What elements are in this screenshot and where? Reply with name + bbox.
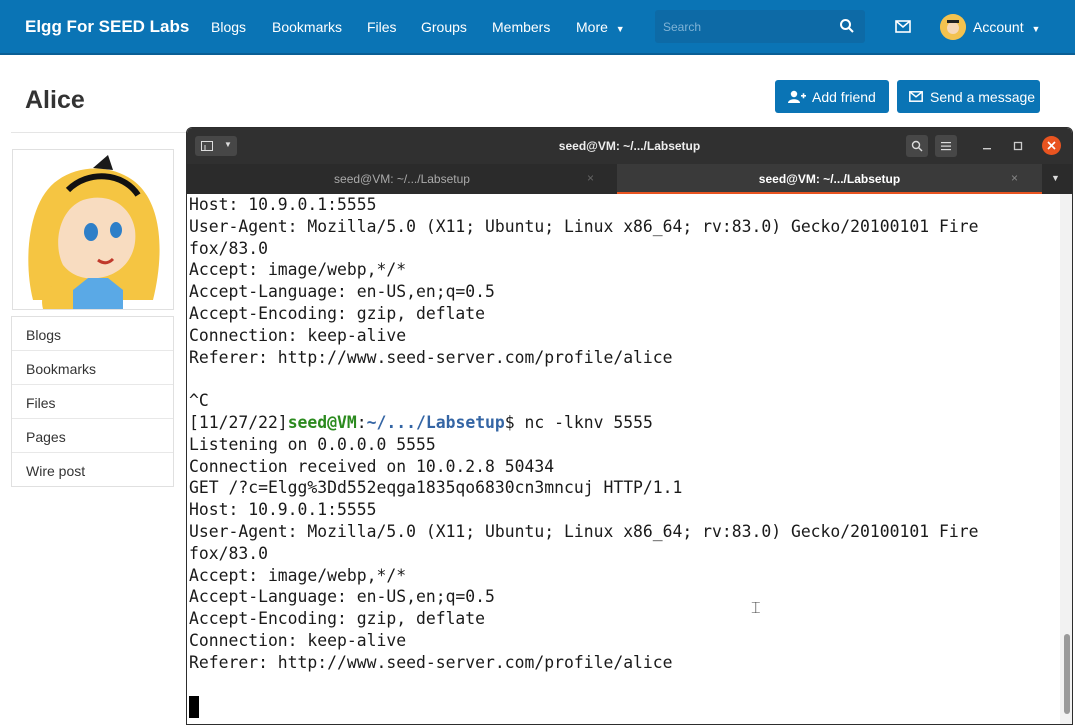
output-line: fox/83.0 <box>189 543 268 563</box>
close-tab-icon[interactable]: × <box>587 171 594 185</box>
menu-item-label: Bookmarks <box>26 361 97 377</box>
menu-item-label: Pages <box>26 429 66 445</box>
maximize-icon <box>1013 141 1023 151</box>
profile-menu-blogs[interactable]: Blogs <box>12 317 173 351</box>
tab-list-chevron-icon[interactable]: ▼ <box>1051 173 1060 183</box>
output-line: Accept: image/webp,*/* <box>189 260 407 280</box>
menu-item-label: Blogs <box>26 327 62 343</box>
site-brand[interactable]: Elgg For SEED Labs <box>25 17 189 37</box>
terminal-menu-button[interactable] <box>935 135 957 157</box>
output-line: Accept-Language: en-US,en;q=0.5 <box>189 587 495 607</box>
search-placeholder: Search <box>663 20 702 34</box>
output-line: ^C <box>189 391 209 411</box>
output-line: Host: 10.9.0.1:5555 <box>189 195 377 214</box>
output-line: Connection: keep-alive <box>189 630 407 650</box>
minimize-icon <box>983 148 991 150</box>
output-line: Referer: http://www.seed-server.com/prof… <box>189 652 673 672</box>
close-icon <box>1047 141 1056 150</box>
account-menu[interactable]: Account ▼ <box>973 19 1040 35</box>
output-line: Host: 10.9.0.1:5555 <box>189 500 377 520</box>
output-line: Accept-Language: en-US,en;q=0.5 <box>189 282 495 302</box>
page-title: Alice <box>25 86 85 114</box>
tab-label: seed@VM: ~/.../Labsetup <box>334 172 470 186</box>
mail-icon[interactable] <box>895 20 911 33</box>
terminal-scrollbar[interactable] <box>1060 194 1072 724</box>
output-line: Connection received on 10.0.2.8 50434 <box>189 456 555 476</box>
terminal-output[interactable]: Host: 10.9.0.1:5555 User-Agent: Mozilla/5… <box>187 194 1060 724</box>
terminal-tab-1[interactable]: seed@VM: ~/.../Labsetup × <box>187 164 617 194</box>
prompt-sign: $ <box>504 412 515 432</box>
output-line: ​ <box>189 368 978 390</box>
nav-more-label: More <box>576 19 608 35</box>
hamburger-icon <box>941 142 951 151</box>
output-line: fox/83.0 <box>189 238 268 258</box>
terminal-search-button[interactable] <box>906 135 928 157</box>
top-navbar: Elgg For SEED Labs Blogs Bookmarks Files… <box>0 0 1075 55</box>
minimize-button[interactable] <box>977 136 997 156</box>
profile-menu-bookmarks[interactable]: Bookmarks <box>12 351 173 385</box>
send-message-label: Send a message <box>930 89 1036 105</box>
terminal-cursor <box>189 696 199 718</box>
prompt-command: nc -lknv 5555 <box>514 412 653 432</box>
profile-menu-pages[interactable]: Pages <box>12 419 173 453</box>
output-line: Connection: keep-alive <box>189 325 407 345</box>
profile-picture <box>12 149 174 310</box>
output-line: GET /?c=Elgg%3Dd552eqga1835qo6830cn3mncu… <box>189 478 683 498</box>
nav-more[interactable]: More ▼ <box>576 19 625 35</box>
envelope-icon <box>909 91 923 102</box>
nav-groups[interactable]: Groups <box>421 19 467 35</box>
profile-menu: Blogs Bookmarks Files Pages Wire post <box>11 316 174 487</box>
account-avatar[interactable] <box>940 14 966 40</box>
output-line: Accept-Encoding: gzip, deflate <box>189 303 486 323</box>
add-friend-label: Add friend <box>812 89 876 105</box>
output-line: Listening on 0.0.0.0 5555 <box>189 434 436 454</box>
output-line: Referer: http://www.seed-server.com/prof… <box>189 347 673 367</box>
nav-bookmarks[interactable]: Bookmarks <box>272 19 342 35</box>
account-label: Account <box>973 19 1024 35</box>
chevron-down-icon: ▼ <box>615 24 625 34</box>
chevron-down-icon: ▼ <box>1031 24 1041 34</box>
terminal-titlebar[interactable]: ▼ seed@VM: ~/.../Labsetup <box>187 128 1072 164</box>
maximize-button[interactable] <box>1008 136 1028 156</box>
divider <box>11 132 191 133</box>
terminal-tabbar: seed@VM: ~/.../Labsetup × seed@VM: ~/...… <box>187 164 1072 194</box>
output-line: Accept-Encoding: gzip, deflate <box>189 609 486 629</box>
output-line: User-Agent: Mozilla/5.0 (X11; Ubuntu; Li… <box>189 216 979 236</box>
output-line: Accept: image/webp,*/* <box>189 565 407 585</box>
send-message-button[interactable]: Send a message <box>897 80 1040 113</box>
prompt-time: [11/27/22] <box>189 412 288 432</box>
close-tab-icon[interactable]: × <box>1011 171 1018 185</box>
terminal-tab-2[interactable]: seed@VM: ~/.../Labsetup × <box>617 164 1042 194</box>
terminal-window[interactable]: ▼ seed@VM: ~/.../Labsetup seed@VM: ~/...… <box>186 127 1073 725</box>
text-cursor-icon: ⌶ <box>751 598 761 617</box>
alice-avatar-icon <box>13 150 173 309</box>
search-icon[interactable] <box>839 18 855 34</box>
prompt-path: ~/.../Labsetup <box>366 412 505 432</box>
profile-menu-wire-post[interactable]: Wire post <box>12 453 173 486</box>
menu-item-label: Files <box>26 395 56 411</box>
close-button[interactable] <box>1042 136 1061 155</box>
add-user-icon <box>788 90 806 103</box>
prompt-line: [11/27/22]seed@VM:~/.../Labsetup$ nc -lk… <box>189 412 978 434</box>
nav-files[interactable]: Files <box>367 19 397 35</box>
prompt-user: seed@VM <box>287 412 357 432</box>
output-line: User-Agent: Mozilla/5.0 (X11; Ubuntu; Li… <box>189 521 979 541</box>
search-icon <box>911 140 923 152</box>
avatar-image-icon <box>940 14 966 40</box>
terminal-text: Host: 10.9.0.1:5555 User-Agent: Mozilla/5… <box>189 194 978 674</box>
profile-menu-files[interactable]: Files <box>12 385 173 419</box>
search-box[interactable]: Search <box>655 10 865 43</box>
add-friend-button[interactable]: Add friend <box>775 80 889 113</box>
scrollbar-thumb[interactable] <box>1064 634 1070 714</box>
tab-label: seed@VM: ~/.../Labsetup <box>758 172 901 186</box>
nav-members[interactable]: Members <box>492 19 550 35</box>
nav-blogs[interactable]: Blogs <box>211 19 246 35</box>
prompt-colon: : <box>356 412 367 432</box>
menu-item-label: Wire post <box>26 463 86 479</box>
